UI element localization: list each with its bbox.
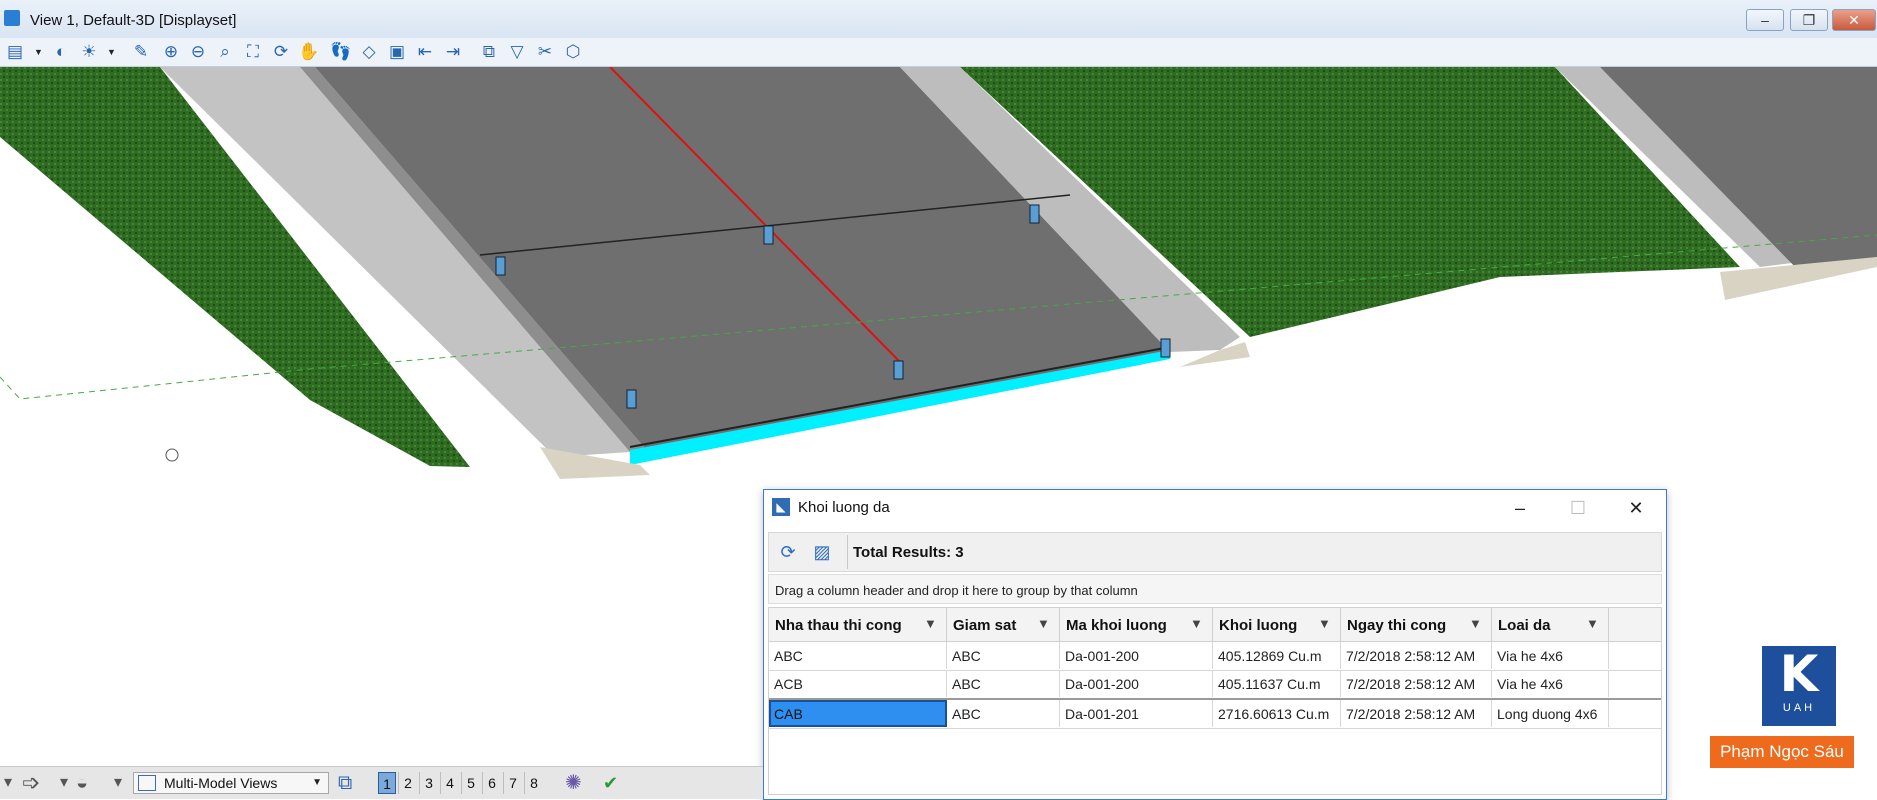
table-cell[interactable]: 405.12869 Cu.m: [1213, 642, 1341, 669]
lighting-icon[interactable]: ☀: [78, 41, 100, 63]
filter-icon[interactable]: ▼: [1318, 617, 1332, 631]
filter-icon[interactable]: ▼: [1469, 617, 1483, 631]
export-icon[interactable]: ▨: [811, 541, 833, 563]
table-cell[interactable]: Via he 4x6: [1492, 670, 1609, 697]
restore-button[interactable]: ❐: [1790, 9, 1828, 31]
table-cell[interactable]: Da-001-200: [1060, 670, 1213, 697]
zoom-out-icon[interactable]: ⊖: [187, 41, 209, 63]
update-view-icon[interactable]: ✎: [130, 41, 152, 63]
table-cell[interactable]: ABC: [947, 700, 1060, 727]
chevron-down-icon[interactable]: ▼: [34, 41, 44, 63]
results-grid: Nha thau thi cong ▼ Giam sat ▼ Ma khoi l…: [768, 607, 1662, 795]
dialog-title: Khoi luong da: [798, 499, 890, 516]
table-cell[interactable]: Long duong 4x6: [1492, 700, 1609, 727]
column-header[interactable]: Loai da ▼: [1492, 608, 1609, 641]
dialog-close-button[interactable]: ✕: [1616, 494, 1656, 522]
table-row[interactable]: ABC ABC Da-001-200 405.12869 Cu.m 7/2/20…: [769, 642, 1661, 671]
table-cell[interactable]: Da-001-201: [1060, 700, 1213, 727]
filter-icon[interactable]: ▼: [1037, 617, 1051, 631]
dialog-title-bar: ◣ Khoi luong da – ☐ ✕: [764, 490, 1666, 526]
section-icon[interactable]: ⬡: [562, 41, 584, 63]
chevron-down-icon: ▼: [312, 777, 322, 788]
settings-gear-icon[interactable]: ✺: [565, 773, 582, 793]
display-mode-icon[interactable]: ◒: [76, 773, 88, 793]
display-style-icon[interactable]: ◐: [50, 41, 72, 63]
results-toolbar: ⟳ ▨ Total Results: 3: [768, 532, 1662, 572]
check-icon[interactable]: ✔: [603, 773, 618, 793]
filter-icon[interactable]: ▼: [1190, 617, 1204, 631]
table-cell[interactable]: 2716.60613 Cu.m: [1213, 700, 1341, 727]
fence-icon[interactable]: ▽: [506, 41, 528, 63]
view-toolbar: ▤ ▼ ◐ ☀ ▼ ✎ ⊕ ⊖ ⌕ ⛶ ⟳ ✋ 👣 ◇ ▣ ⇤ ⇥ ⧉ ▽ ✂ …: [0, 38, 1877, 67]
clip-icon[interactable]: ✂: [534, 41, 556, 63]
window-title-bar: View 1, Default-3D [Displayset] – ❐ ✕: [0, 0, 1877, 39]
view-attributes-icon[interactable]: ▤: [4, 41, 26, 63]
view-button-2[interactable]: 2: [398, 772, 417, 794]
clip-volume-icon[interactable]: ◇: [358, 41, 380, 63]
column-header[interactable]: Nha thau thi cong ▼: [769, 608, 947, 641]
chevron-down-icon[interactable]: ▾: [60, 773, 68, 793]
close-button[interactable]: ✕: [1832, 9, 1876, 31]
navigate-arrow-icon[interactable]: ➩: [22, 772, 40, 794]
total-results: Total Results: 3: [853, 544, 964, 561]
view-button-5[interactable]: 5: [461, 772, 480, 794]
table-cell[interactable]: Da-001-200: [1060, 642, 1213, 669]
filter-icon[interactable]: ▼: [1586, 617, 1600, 631]
dialog-app-icon: ◣: [772, 498, 790, 516]
filter-icon[interactable]: ▼: [924, 617, 938, 631]
uah-logo: K UAH: [1762, 646, 1836, 726]
window-title: View 1, Default-3D [Displayset]: [30, 12, 237, 29]
view-button-3[interactable]: 3: [419, 772, 438, 794]
app-icon: [4, 10, 20, 26]
table-cell[interactable]: ABC: [947, 642, 1060, 669]
toolbar-separator: [847, 535, 848, 569]
table-cell[interactable]: ACB: [769, 670, 947, 697]
fit-view-icon[interactable]: ⛶: [242, 41, 264, 63]
table-cell[interactable]: 7/2/2018 2:58:12 AM: [1341, 642, 1492, 669]
column-header[interactable]: Ma khoi luong ▼: [1060, 608, 1213, 641]
refresh-icon[interactable]: ⟳: [777, 541, 799, 563]
table-cell[interactable]: 7/2/2018 2:58:12 AM: [1341, 700, 1492, 727]
view-button-6[interactable]: 6: [482, 772, 501, 794]
table-cell[interactable]: 7/2/2018 2:58:12 AM: [1341, 670, 1492, 697]
dialog-maximize-button[interactable]: ☐: [1558, 494, 1598, 522]
view-mode-select[interactable]: Multi-Model Views ▼: [133, 772, 329, 794]
view-previous-icon[interactable]: ⇤: [414, 41, 436, 63]
zoom-in-icon[interactable]: ⊕: [160, 41, 182, 63]
rotate-view-icon[interactable]: ⟳: [270, 41, 292, 63]
chevron-down-icon[interactable]: ▼: [107, 41, 117, 63]
table-cell[interactable]: Via he 4x6: [1492, 642, 1609, 669]
group-by-panel[interactable]: Drag a column header and drop it here to…: [768, 574, 1662, 604]
table-row[interactable]: ACB ABC Da-001-200 405.11637 Cu.m 7/2/20…: [769, 670, 1661, 699]
chevron-down-icon[interactable]: ▾: [4, 773, 12, 793]
pan-view-icon[interactable]: ✋: [298, 41, 320, 63]
column-header[interactable]: Ngay thi cong ▼: [1341, 608, 1492, 641]
view-button-1[interactable]: 1: [378, 772, 396, 794]
table-cell-selected[interactable]: CAB: [769, 700, 947, 727]
author-badge: Phạm Ngọc Sáu: [1710, 736, 1854, 768]
minimize-button[interactable]: –: [1746, 9, 1784, 31]
copy-view-icon[interactable]: ⧉: [478, 41, 500, 63]
multi-view-icon: [138, 775, 156, 791]
table-cell[interactable]: ABC: [769, 642, 947, 669]
dialog-minimize-button[interactable]: –: [1500, 494, 1540, 522]
view-control-bar: ▾ ➩ ▾ ◒ ▾ Multi-Model Views ▼ ⧉ 1 2 3 4 …: [0, 766, 763, 799]
walk-icon[interactable]: 👣: [330, 41, 352, 63]
camera-icon[interactable]: ▣: [386, 41, 408, 63]
view-groups-icon[interactable]: ⧉: [338, 773, 352, 793]
table-row-selected[interactable]: CAB ABC Da-001-201 2716.60613 Cu.m 7/2/2…: [769, 698, 1661, 729]
window-area-icon[interactable]: ⌕: [214, 41, 236, 63]
view-button-7[interactable]: 7: [503, 772, 522, 794]
view-next-icon[interactable]: ⇥: [442, 41, 464, 63]
view-button-8[interactable]: 8: [524, 772, 543, 794]
chevron-down-icon[interactable]: ▾: [114, 773, 122, 793]
table-cell[interactable]: 405.11637 Cu.m: [1213, 670, 1341, 697]
column-header[interactable]: Khoi luong ▼: [1213, 608, 1341, 641]
column-header[interactable]: Giam sat ▼: [947, 608, 1060, 641]
table-cell[interactable]: ABC: [947, 670, 1060, 697]
results-dialog: ◣ Khoi luong da – ☐ ✕ ⟳ ▨ Total Results:…: [763, 489, 1667, 800]
view-button-4[interactable]: 4: [440, 772, 459, 794]
grid-header: Nha thau thi cong ▼ Giam sat ▼ Ma khoi l…: [769, 608, 1661, 642]
